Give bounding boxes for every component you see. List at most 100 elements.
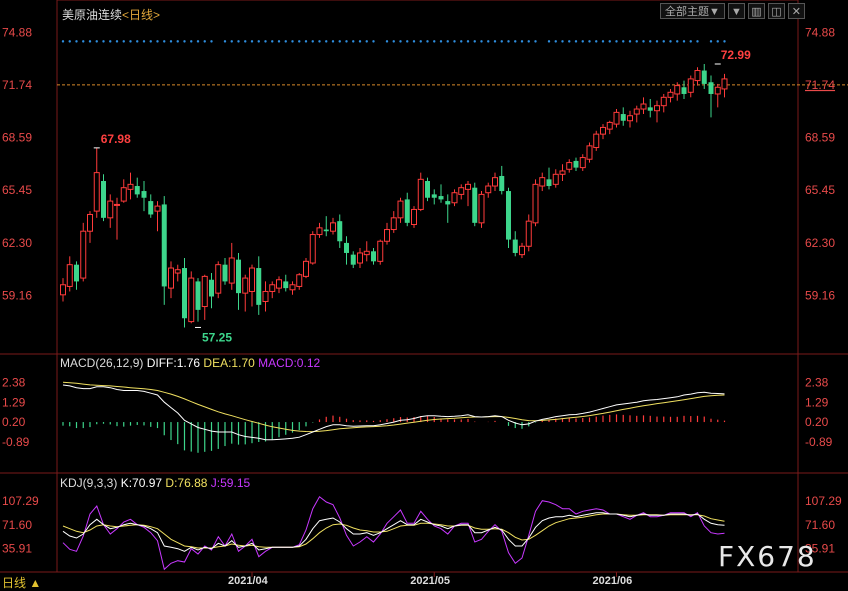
candle <box>182 268 187 319</box>
signal-dot <box>372 40 375 43</box>
candle <box>512 239 518 253</box>
candle <box>404 199 410 223</box>
candle <box>451 192 458 204</box>
signal-dot <box>392 40 395 43</box>
signal-dot <box>122 40 125 43</box>
macd-y-tick-left: -0.89 <box>2 435 30 449</box>
candle <box>721 78 728 90</box>
signal-dot <box>129 40 132 43</box>
candle <box>620 114 626 121</box>
signal-dot <box>311 40 314 43</box>
signal-dot <box>237 40 240 43</box>
signal-dot <box>149 40 152 43</box>
signal-dot <box>615 40 618 43</box>
y-tick-label-left: 62.30 <box>2 236 32 250</box>
candle <box>667 91 674 98</box>
down-triangle-icon[interactable]: ▼ <box>727 3 745 19</box>
candle <box>114 203 120 206</box>
candle <box>262 290 269 303</box>
candle <box>539 177 546 187</box>
candle <box>633 108 640 115</box>
candle <box>384 229 390 242</box>
signal-dot <box>419 40 422 43</box>
signal-dot <box>500 40 503 43</box>
price-candles[interactable] <box>60 64 728 328</box>
signal-dot <box>230 40 233 43</box>
signal-dot <box>190 40 193 43</box>
signal-dot <box>554 40 557 43</box>
candle <box>465 183 471 190</box>
signal-dot <box>176 40 179 43</box>
y-tick-label-right: 71.74 <box>805 78 835 92</box>
signal-dot <box>493 40 497 43</box>
price-axis: 74.88 74.88 71.74 71.74 68.59 68.59 65.45 65.45… <box>2 25 835 302</box>
signal-dot <box>696 40 699 43</box>
candle <box>309 234 316 264</box>
y-tick-label-left: 68.59 <box>2 131 32 145</box>
signal-dot <box>581 40 584 43</box>
signal-dot <box>655 40 659 43</box>
candle <box>640 103 647 110</box>
signal-dot <box>507 40 510 43</box>
signal-dot <box>345 40 348 43</box>
signal-dot <box>88 40 92 43</box>
candle <box>445 201 451 205</box>
signal-dot <box>338 40 341 43</box>
signal-dot <box>534 40 537 43</box>
theme-menu-button[interactable]: 全部主题▼ <box>660 3 725 19</box>
close-icon[interactable]: ✕ <box>787 3 805 19</box>
signal-dot <box>95 40 98 43</box>
signal-dot <box>453 40 456 43</box>
candle <box>559 170 566 175</box>
signal-dot <box>271 40 274 43</box>
candle <box>674 85 681 95</box>
y-tick-label-right: 74.88 <box>805 25 835 39</box>
toolbar: 全部主题▼ ▼ ▥ ◫ ✕ <box>660 3 805 21</box>
candle <box>377 240 384 262</box>
signal-dot <box>365 40 368 43</box>
signal-dot <box>223 40 227 43</box>
candle <box>647 107 653 111</box>
signal-dot <box>75 40 78 43</box>
candle <box>350 254 356 265</box>
signal-dot <box>257 40 260 43</box>
signal-dot <box>568 40 571 43</box>
period-label[interactable]: <日线> <box>122 8 160 22</box>
candle <box>201 275 208 308</box>
signal-dot <box>385 40 389 43</box>
candle <box>371 251 376 262</box>
candle <box>660 96 667 107</box>
chart-icon[interactable]: ▥ <box>747 3 765 19</box>
signal-dot <box>669 40 672 43</box>
signal-dot <box>649 40 652 43</box>
signal-dot <box>628 40 632 43</box>
signal-dot <box>595 40 598 43</box>
candle <box>228 257 235 284</box>
candle <box>499 175 505 192</box>
candle <box>357 252 363 264</box>
signal-dot <box>284 40 287 43</box>
signal-dot <box>520 40 524 43</box>
y-tick-label-right: 62.30 <box>805 236 835 250</box>
restore-icon[interactable]: ◫ <box>767 3 785 19</box>
signal-dot <box>466 40 470 43</box>
kdj-j-label: J:59.15 <box>210 476 251 490</box>
signal-dot <box>446 40 449 43</box>
candle <box>168 267 174 289</box>
signal-dot <box>433 40 436 43</box>
y-tick-label-left: 71.74 <box>2 78 32 92</box>
macd-y-tick-left: 0.20 <box>2 415 26 429</box>
signal-dot <box>136 40 139 43</box>
kdj-y-tick-left: 35.91 <box>2 542 32 556</box>
candle <box>87 213 93 232</box>
signal-dot <box>358 40 362 43</box>
signal-dot <box>601 40 605 43</box>
candle <box>80 230 87 279</box>
period-switch-button[interactable]: 日线 ▲ <box>2 574 41 591</box>
candle <box>188 277 195 323</box>
candle <box>613 111 620 125</box>
candle <box>681 87 687 94</box>
candle <box>694 70 701 82</box>
candle <box>573 160 579 168</box>
candle <box>478 193 485 224</box>
